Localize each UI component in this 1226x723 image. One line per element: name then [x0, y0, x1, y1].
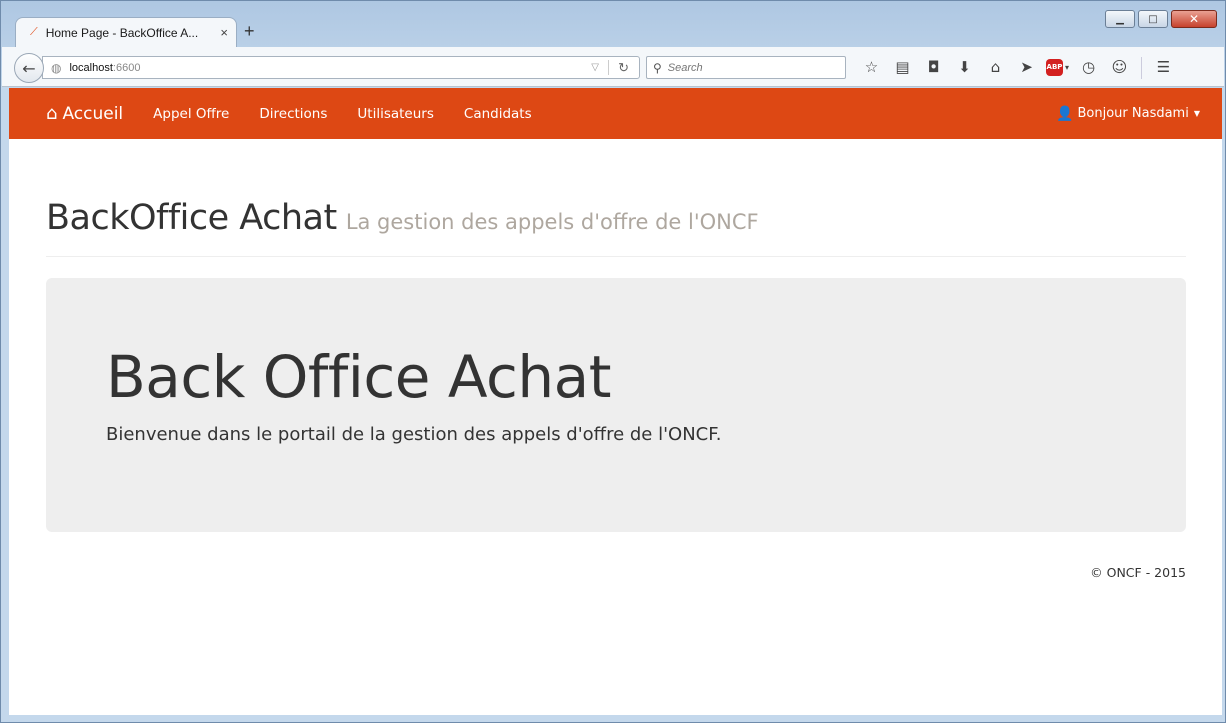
tab-close-icon[interactable]: ×	[220, 25, 228, 40]
window-caption-buttons: ▁ □ ✕	[1105, 10, 1217, 28]
browser-window: ▁ □ ✕ ⟋ Home Page - BackOffice A... × + …	[0, 0, 1226, 723]
jumbotron-title: Back Office Achat	[106, 343, 611, 411]
caret-down-icon: ▼	[1193, 109, 1200, 118]
nav-item-appel-offre[interactable]: Appel Offre	[138, 106, 244, 122]
close-window-button[interactable]: ✕	[1171, 10, 1217, 28]
page-viewport: ⌂ Accueil Appel Offre Directions Utilisa…	[9, 88, 1222, 715]
history-icon[interactable]: ◷	[1073, 57, 1104, 77]
url-host: localhost	[69, 61, 113, 74]
search-input[interactable]	[667, 61, 828, 74]
page-header: BackOffice Achat La gestion des appels d…	[46, 198, 1186, 257]
back-arrow-icon: ←	[22, 58, 36, 78]
url-dropdown-icon[interactable]: ▽	[591, 62, 599, 73]
search-icon: ⚲	[653, 60, 662, 75]
reading-list-icon[interactable]: ▤	[887, 57, 918, 77]
home-icon[interactable]: ⌂	[980, 57, 1011, 77]
footer-copyright: © ONCF - 2015	[1090, 565, 1186, 580]
search-bar[interactable]: ⚲	[646, 56, 846, 79]
nav-item-directions[interactable]: Directions	[244, 106, 342, 122]
url-bar[interactable]: ◍ localhost:6600 ▽ ↻	[42, 56, 640, 79]
brand-link[interactable]: ⌂ Accueil	[46, 103, 123, 124]
globe-icon: ◍	[51, 60, 62, 75]
reload-icon[interactable]: ↻	[618, 60, 629, 76]
user-icon: 👤	[1056, 105, 1074, 122]
url-port: :6600	[112, 61, 141, 74]
nav-item-candidats[interactable]: Candidats	[449, 106, 547, 122]
nav-menu: Appel Offre Directions Utilisateurs Cand…	[138, 106, 546, 122]
site-navbar: ⌂ Accueil Appel Offre Directions Utilisa…	[9, 88, 1222, 139]
tab-title: Home Page - BackOffice A...	[45, 25, 199, 40]
back-button[interactable]: ←	[14, 53, 44, 83]
send-icon[interactable]: ➤	[1011, 57, 1042, 77]
maximize-button[interactable]: □	[1138, 10, 1168, 28]
page-title: BackOffice Achat	[46, 198, 337, 238]
jumbotron-text: Bienvenue dans le portail de la gestion …	[106, 424, 722, 445]
jumbotron: Back Office Achat Bienvenue dans le port…	[46, 278, 1186, 532]
nav-item-utilisateurs[interactable]: Utilisateurs	[342, 106, 448, 122]
user-greeting: Bonjour Nasdami	[1077, 106, 1189, 121]
adblock-icon[interactable]: ABP ▾	[1042, 57, 1073, 77]
chat-icon[interactable]: ☺	[1104, 57, 1135, 77]
toolbar-divider	[1141, 57, 1142, 79]
browser-tab[interactable]: ⟋ Home Page - BackOffice A... ×	[15, 17, 237, 47]
browser-toolbar: ◍ localhost:6600 ▽ ↻ ← ⚲ ☆ ▤ ◘ ⬇ ⌂ ➤ ABP…	[2, 47, 1224, 87]
bookmark-star-icon[interactable]: ☆	[856, 57, 887, 77]
page-subtitle: La gestion des appels d'offre de l'ONCF	[345, 210, 759, 234]
brand-label: Accueil	[62, 103, 124, 124]
favicon-icon: ⟋	[30, 26, 38, 38]
user-menu[interactable]: 👤 Bonjour Nasdami ▼	[1056, 106, 1200, 122]
minimize-button[interactable]: ▁	[1105, 10, 1135, 28]
toolbar-icons: ☆ ▤ ◘ ⬇ ⌂ ➤ ABP ▾ ◷ ☺ ☰	[856, 57, 1179, 79]
new-tab-button[interactable]: +	[244, 21, 255, 42]
menu-icon[interactable]: ☰	[1148, 57, 1179, 77]
pocket-icon[interactable]: ◘	[918, 57, 949, 77]
home-icon: ⌂	[46, 103, 58, 124]
download-icon[interactable]: ⬇	[949, 57, 980, 77]
url-divider	[608, 60, 609, 75]
